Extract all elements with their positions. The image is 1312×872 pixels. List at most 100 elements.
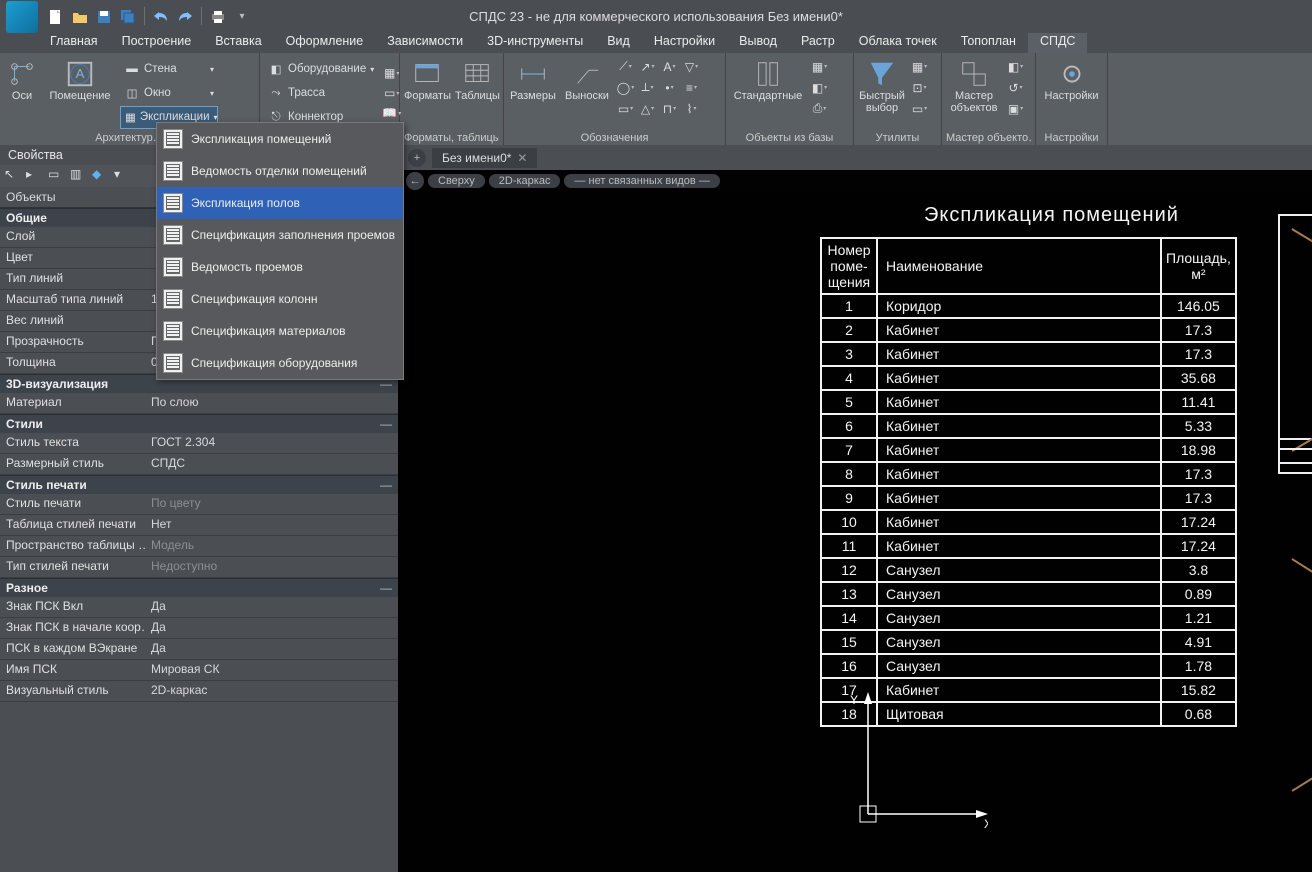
- prop-section[interactable]: Стиль печати: [0, 475, 398, 494]
- tab-Оформление[interactable]: Оформление: [274, 33, 376, 53]
- dd-item[interactable]: Ведомость проемов: [157, 251, 403, 283]
- undo-icon[interactable]: [151, 7, 171, 27]
- svg-text:Y: Y: [850, 693, 858, 707]
- dd-label: Спецификация материалов: [191, 324, 346, 338]
- tab-Растр[interactable]: Растр: [789, 33, 847, 53]
- saveall-icon[interactable]: [118, 7, 138, 27]
- doc-add-icon[interactable]: +: [408, 149, 426, 167]
- table-row: 7Кабинет18.98: [821, 438, 1236, 462]
- explications-dropdown: Экспликация помещений Ведомость отделки п…: [156, 122, 404, 380]
- prop-row[interactable]: Размерный стильСПДС: [0, 454, 398, 475]
- dd-item[interactable]: Экспликация полов: [157, 187, 403, 219]
- save-icon[interactable]: [94, 7, 114, 27]
- ptool-arrow-icon[interactable]: ↖: [4, 167, 24, 185]
- dimensions-button[interactable]: Размеры: [508, 55, 558, 131]
- settings-button[interactable]: Настройки: [1040, 55, 1103, 131]
- prop-row[interactable]: Стиль текстаГОСТ 2.304: [0, 433, 398, 454]
- wall-icon: ▬: [124, 61, 140, 77]
- open-icon[interactable]: [70, 7, 90, 27]
- ptool-dsel-icon[interactable]: ▭: [48, 167, 68, 185]
- view-breadcrumb: ← Сверху 2D-каркас — нет связанных видов…: [398, 170, 1312, 192]
- objmaster-button[interactable]: Мастер объектов: [946, 55, 1002, 131]
- dd-label: Экспликация помещений: [191, 132, 331, 146]
- prop-row[interactable]: Таблица стилей печатиНет: [0, 515, 398, 536]
- bc-chip[interactable]: — нет связанных видов —: [564, 174, 719, 188]
- explication-title: Экспликация помещений: [924, 204, 1179, 227]
- spec-icon: [163, 225, 183, 245]
- route-button[interactable]: ⤳Трасса: [264, 82, 378, 105]
- dd-item[interactable]: Спецификация колонн: [157, 283, 403, 315]
- prop-row[interactable]: Тип стилей печатиНедоступно: [0, 557, 398, 578]
- table-row: 16Санузел1.78: [821, 654, 1236, 678]
- equip-button[interactable]: ◧Оборудование▾: [264, 58, 378, 81]
- formats-button[interactable]: Форматы: [404, 55, 451, 131]
- print-icon[interactable]: [208, 7, 228, 27]
- prop-row[interactable]: МатериалПо слою: [0, 393, 398, 414]
- tab-Вывод[interactable]: Вывод: [727, 33, 789, 53]
- tab-Топоплан[interactable]: Топоплан: [949, 33, 1028, 53]
- spec-icon: [163, 161, 183, 181]
- standard-button[interactable]: Стандартные: [730, 55, 806, 131]
- tab-Настройки[interactable]: Настройки: [642, 33, 727, 53]
- tab-Вставка[interactable]: Вставка: [203, 33, 273, 53]
- prop-row[interactable]: Имя ПСКМировая СК: [0, 660, 398, 681]
- ptool-cursor-icon[interactable]: ▸: [26, 167, 46, 185]
- dd-item[interactable]: Спецификация материалов: [157, 315, 403, 347]
- spec-icon: [163, 321, 183, 341]
- window-button[interactable]: ◫Окно▾: [120, 82, 218, 105]
- dd-label: Экспликация полов: [191, 196, 300, 210]
- extra-icon[interactable]: ▭: [382, 84, 401, 103]
- wall-button[interactable]: ▬Стена▾: [120, 58, 218, 81]
- qselect-button[interactable]: Быстрый выбор: [858, 55, 906, 131]
- document-tab[interactable]: Без имени0*✕: [432, 148, 537, 168]
- ptool-box-icon[interactable]: ▥: [70, 167, 90, 185]
- th-name: Наименование: [877, 238, 1161, 294]
- dd-label: Ведомость отделки помещений: [191, 164, 367, 178]
- prop-row[interactable]: Знак ПСК ВклДа: [0, 597, 398, 618]
- dd-item[interactable]: Экспликация помещений: [157, 123, 403, 155]
- tab-СПДС[interactable]: СПДС: [1028, 33, 1088, 53]
- ptool-more-icon[interactable]: ▾: [114, 167, 134, 185]
- svg-text:A: A: [76, 66, 85, 81]
- drawing-canvas[interactable]: + Без имени0*✕ ← Сверху 2D-каркас — нет …: [398, 145, 1312, 872]
- table-row: 4Кабинет35.68: [821, 366, 1236, 390]
- table-row: 10Кабинет17.24: [821, 510, 1236, 534]
- dd-item[interactable]: Ведомость отделки помещений: [157, 155, 403, 187]
- redo-icon[interactable]: [175, 7, 195, 27]
- prop-row[interactable]: ПСК в каждом ВЭкранеДа: [0, 639, 398, 660]
- tables-button[interactable]: Таблицы: [455, 55, 500, 131]
- tab-Главная[interactable]: Главная: [38, 33, 110, 53]
- prop-row[interactable]: Знак ПСК в начале коор…Да: [0, 618, 398, 639]
- tab-Зависимости[interactable]: Зависимости: [375, 33, 475, 53]
- room-button[interactable]: AПомещение: [44, 55, 116, 131]
- tab-Облака точек[interactable]: Облака точек: [847, 33, 949, 53]
- extra-icon[interactable]: 📖: [382, 104, 401, 123]
- dd-item[interactable]: Спецификация оборудования: [157, 347, 403, 379]
- prop-row[interactable]: Пространство таблицы …Модель: [0, 536, 398, 557]
- table-row: 8Кабинет17.3: [821, 462, 1236, 486]
- prop-section[interactable]: Разное: [0, 578, 398, 597]
- tab-Вид[interactable]: Вид: [595, 33, 642, 53]
- bc-back-icon[interactable]: ←: [406, 172, 424, 190]
- ptool-layers-icon[interactable]: ◆: [92, 167, 112, 185]
- table-row: 12Санузел3.8: [821, 558, 1236, 582]
- table-row: 5Кабинет11.41: [821, 390, 1236, 414]
- bc-chip[interactable]: Сверху: [428, 174, 485, 188]
- drawing-space[interactable]: Экспликация помещений Номер поме-щения Н…: [398, 192, 1312, 872]
- close-icon[interactable]: ✕: [517, 151, 527, 165]
- qat-more-icon[interactable]: ▾: [232, 7, 252, 27]
- table-row: 2Кабинет17.3: [821, 318, 1236, 342]
- prop-section[interactable]: Стили: [0, 414, 398, 433]
- group-label-annot: Обозначения: [508, 131, 721, 145]
- leaders-button[interactable]: Выноски: [562, 55, 612, 131]
- prop-row[interactable]: Стиль печатиПо цвету: [0, 494, 398, 515]
- app-logo[interactable]: [6, 1, 38, 33]
- dd-item[interactable]: Спецификация заполнения проемов: [157, 219, 403, 251]
- prop-row[interactable]: Визуальный стиль2D-каркас: [0, 681, 398, 702]
- extra-icon[interactable]: ▦: [382, 64, 401, 83]
- axes-button[interactable]: Оси: [4, 55, 40, 131]
- tab-3D-инструменты[interactable]: 3D-инструменты: [475, 33, 595, 53]
- bc-chip[interactable]: 2D-каркас: [489, 174, 561, 188]
- new-icon[interactable]: [46, 7, 66, 27]
- tab-Построение[interactable]: Построение: [110, 33, 204, 53]
